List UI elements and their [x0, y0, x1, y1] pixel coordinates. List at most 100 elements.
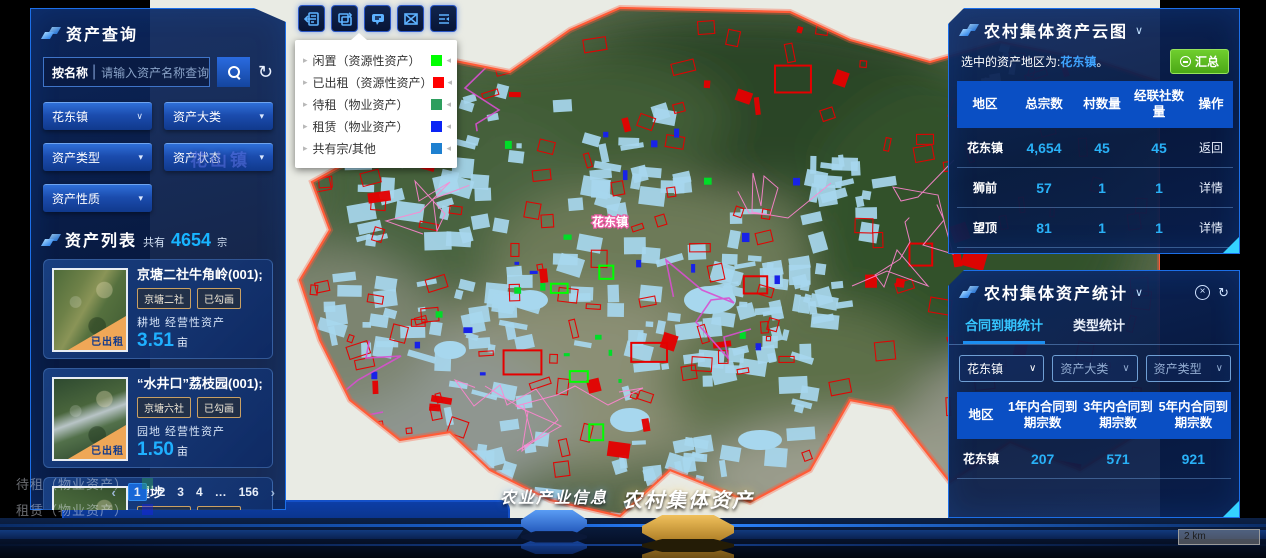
panel-corner-deco [1223, 501, 1239, 517]
nav-agriculture-industry-info[interactable]: 农业产业信息 [500, 484, 608, 554]
table-row: 花东镇 4,654 45 45 返回 [957, 128, 1233, 168]
basemap-layers-icon[interactable] [331, 5, 358, 32]
legend-item[interactable]: ▸ 已出租（资源性资产） ◂ [295, 71, 457, 93]
panel-title-icon [43, 234, 59, 246]
chevron-down-icon: ∨ [136, 111, 143, 122]
chevron-down-icon: ▾ [259, 152, 264, 163]
asset-card[interactable]: 已出租 京塘二社牛角岭(001); 京塘二社 已勾画 耕地 经营性资产 3.51… [43, 259, 273, 359]
refresh-icon[interactable]: ↻ [258, 63, 273, 81]
search-label: 按名称 [44, 64, 92, 81]
pagination: ‹ 1 2 3 4 … 156 › [31, 483, 275, 501]
legend-color-chip [433, 77, 444, 88]
asset-thumbnail: 已出租 [52, 268, 128, 352]
hexagon-pedestal-icon [521, 510, 587, 554]
bottom-navigation: 农业产业信息 农村集体资产 [500, 484, 754, 558]
map-label-town: 花东镇 [592, 214, 628, 229]
map-legend-popup: ▸ 闲置（资源性资产） ◂ ▸ 已出租（资源性资产） ◂ ▸ 待租（物业资产） … [295, 40, 457, 168]
asset-tag: 京塘六社 [137, 397, 191, 418]
chevron-down-icon: ▾ [138, 193, 143, 204]
asset-category: 耕地 经营性资产 [137, 314, 264, 330]
page-button-2[interactable]: 2 [159, 485, 166, 499]
page-button-4[interactable]: 4 [196, 485, 203, 499]
hexagon-pedestal-icon [642, 515, 734, 558]
table-row: 花东镇 207 571 921 [957, 439, 1231, 479]
asset-count: 4654 [171, 230, 211, 251]
cloud-panel-title: 农村集体资产云图 ∨ [961, 18, 1145, 42]
asset-title: “水井口”荔枝园(001); [137, 377, 264, 392]
asset-type-select[interactable]: 资产类型▾ [43, 143, 152, 171]
page-button-156[interactable]: 156 [239, 485, 259, 499]
asset-thumbnail: 已出租 [52, 377, 128, 461]
collapse-icon[interactable]: ∨ [1135, 286, 1145, 299]
collapse-icon[interactable]: ∨ [1135, 24, 1145, 37]
page-ellipsis: … [215, 485, 227, 499]
back-link[interactable]: 返回 [1189, 128, 1233, 168]
rural-asset-cloud-panel: 农村集体资产云图 ∨ 选中的资产地区为: 花东镇 。 汇总 地区 总宗数 村数量… [948, 8, 1240, 254]
table-row: 港头 115 1 1 详情 [957, 248, 1233, 254]
stats-asset-class-select[interactable]: 资产大类∨ [1052, 355, 1137, 382]
arrow-left-icon: ◂ [446, 55, 451, 66]
asset-area: 1.50 [137, 439, 174, 461]
status-ribbon: 已出租 [68, 316, 126, 350]
collapse-list-icon[interactable] [430, 5, 457, 32]
asset-name-search-input[interactable]: 按名称 | 请输入资产名称查询 [43, 57, 210, 87]
summary-button[interactable]: 汇总 [1170, 49, 1229, 74]
chevron-down-icon: ∨ [1122, 363, 1129, 374]
contract-expiry-table: 地区 1年内合同到期宗数 3年内合同到期宗数 5年内合同到期宗数 花东镇 207… [957, 392, 1231, 479]
prev-page-button[interactable]: ‹ [112, 485, 116, 500]
legend-item[interactable]: ▸ 租赁（物业资产） ◂ [295, 115, 457, 137]
legend-item[interactable]: ▸ 闲置（资源性资产） ◂ [295, 49, 457, 71]
detail-link[interactable]: 详情 [1189, 168, 1233, 208]
page-button-1[interactable]: 1 [128, 483, 147, 501]
next-page-button[interactable]: › [271, 485, 275, 500]
legend-bubble-icon[interactable] [364, 5, 391, 32]
clear-selection-icon[interactable] [397, 5, 424, 32]
refresh-icon[interactable]: ↻ [1218, 286, 1229, 299]
stats-panel-title: 农村集体资产统计 ∨ [961, 280, 1145, 304]
search-placeholder: 请输入资产名称查询 [96, 64, 209, 81]
asset-class-select[interactable]: 资产大类▾ [164, 102, 273, 130]
table-row: 望顶 81 1 1 详情 [957, 208, 1233, 248]
summary-icon [1180, 56, 1191, 67]
asset-tag: 京塘二社 [137, 288, 191, 309]
asset-nature-select[interactable]: 资产性质▾ [43, 184, 152, 212]
dashboard: 花东镇 待租（物业资产） 租赁（物业资产） 花山镇 资产查询 按名称 | 请输入… [0, 0, 1266, 558]
asset-query-panel: 资产查询 按名称 | 请输入资产名称查询 ↻ 花东镇∨ 资产大类▾ 资产类型▾ … [30, 8, 286, 510]
search-button[interactable] [217, 57, 250, 87]
magnifier-icon [228, 66, 240, 78]
close-icon[interactable]: × [1195, 285, 1210, 300]
nav-rural-collective-assets[interactable]: 农村集体资产 [622, 484, 754, 558]
asset-card[interactable]: 已出租 “水井口”荔枝园(001); 京塘六社 已勾画 园地 经营性资产 1.5… [43, 368, 273, 468]
selected-region-text: 选中的资产地区为: [961, 53, 1060, 70]
selected-region-value: 花东镇 [1060, 53, 1096, 70]
stats-town-select[interactable]: 花东镇∨ [959, 355, 1044, 382]
tab-contract-expiry[interactable]: 合同到期统计 [963, 310, 1045, 344]
doc-export-icon[interactable] [298, 5, 325, 32]
chevron-down-icon: ∨ [1029, 363, 1036, 374]
tab-type-stats[interactable]: 类型统计 [1071, 310, 1127, 344]
chevron-down-icon: ▾ [259, 111, 264, 122]
map-toolbar [298, 5, 457, 32]
legend-color-chip [431, 55, 442, 66]
panel-title-icon [43, 27, 59, 39]
legend-item[interactable]: ▸ 待租（物业资产） ◂ [295, 93, 457, 115]
panel-corner-deco [1223, 237, 1239, 253]
asset-category: 园地 经营性资产 [137, 423, 264, 439]
asset-area: 3.51 [137, 330, 174, 352]
asset-status-select[interactable]: 资产状态▾ [164, 143, 273, 171]
town-select[interactable]: 花东镇∨ [43, 102, 152, 130]
asset-list-title: 资产列表 [65, 227, 137, 251]
legend-item[interactable]: ▸ 共有宗/其他 ◂ [295, 137, 457, 159]
arrow-left-icon: ◂ [446, 143, 451, 154]
arrow-left-icon: ◂ [448, 77, 453, 88]
asset-query-title: 资产查询 [43, 21, 273, 45]
stats-asset-type-select[interactable]: 资产类型∨ [1146, 355, 1231, 382]
asset-title: 京塘二社牛角岭(001); [137, 268, 264, 283]
arrow-left-icon: ◂ [446, 121, 451, 132]
deco-slab [0, 530, 523, 539]
status-ribbon: 已出租 [68, 425, 126, 459]
chevron-down-icon: ▾ [138, 152, 143, 163]
stats-tabs: 合同到期统计 类型统计 [949, 308, 1239, 345]
arrow-left-icon: ◂ [446, 99, 451, 110]
page-button-3[interactable]: 3 [177, 485, 184, 499]
